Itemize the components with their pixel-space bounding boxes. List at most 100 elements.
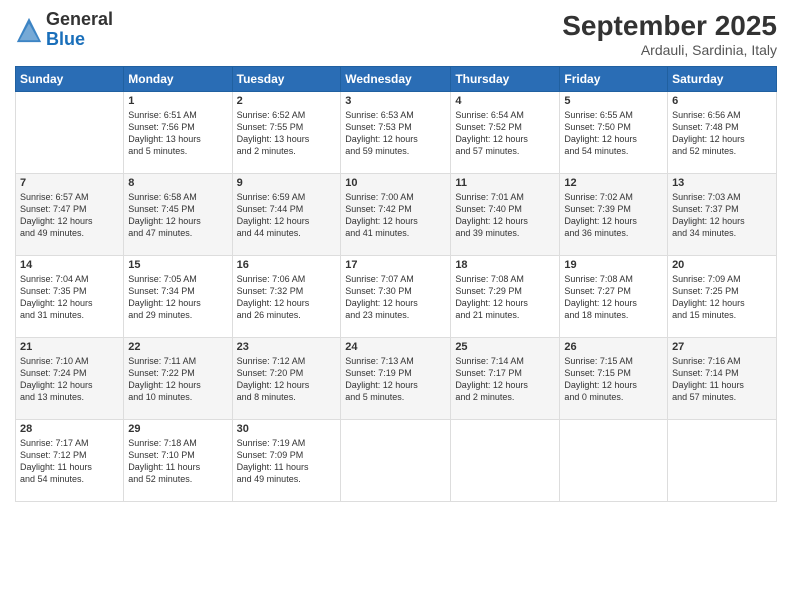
calendar-cell: 20 Sunrise: 7:09 AM Sunset: 7:25 PM Dayli… <box>668 256 777 338</box>
cell-date-number: 25 <box>455 341 555 353</box>
calendar-cell: 28Sunrise: 7:17 AM Sunset: 7:12 PM Dayli… <box>16 420 124 502</box>
month-title: September 2025 <box>562 10 777 42</box>
cell-date-number: 14 <box>20 259 119 271</box>
cell-date-number: 11 <box>455 177 555 189</box>
cell-info-text: Sunrise: 6:55 AM Sunset: 7:50 PM Dayligh… <box>564 109 663 158</box>
cell-date-number: 23 <box>237 341 337 353</box>
cell-info-text: Sunrise: 7:14 AM Sunset: 7:17 PM Dayligh… <box>455 355 555 404</box>
calendar-cell <box>341 420 451 502</box>
cell-date-number: 27 <box>672 341 772 353</box>
calendar-cell: 27 Sunrise: 7:16 AM Sunset: 7:14 PM Dayli… <box>668 338 777 420</box>
cell-date-number: 30 <box>237 423 337 435</box>
calendar-cell: 15 Sunrise: 7:05 AM Sunset: 7:34 PM Dayli… <box>124 256 232 338</box>
cell-info-text: Sunrise: 7:01 AM Sunset: 7:40 PM Dayligh… <box>455 191 555 240</box>
cell-date-number: 20 <box>672 259 772 271</box>
cell-info-text: Sunrise: 7:16 AM Sunset: 7:14 PM Dayligh… <box>672 355 772 404</box>
calendar-cell: 16 Sunrise: 7:06 AM Sunset: 7:32 PM Dayli… <box>232 256 341 338</box>
cell-date-number: 15 <box>128 259 227 271</box>
calendar-cell: 5 Sunrise: 6:55 AM Sunset: 7:50 PM Daylig… <box>560 92 668 174</box>
cell-info-text: Sunrise: 7:13 AM Sunset: 7:19 PM Dayligh… <box>345 355 446 404</box>
calendar-cell: 6Sunrise: 6:56 AM Sunset: 7:48 PM Daylig… <box>668 92 777 174</box>
header: General Blue September 2025 Ardauli, Sar… <box>15 10 777 58</box>
cell-info-text: Sunrise: 6:56 AM Sunset: 7:48 PM Dayligh… <box>672 109 772 158</box>
cell-info-text: Sunrise: 7:03 AM Sunset: 7:37 PM Dayligh… <box>672 191 772 240</box>
cell-info-text: Sunrise: 6:52 AM Sunset: 7:55 PM Dayligh… <box>237 109 337 158</box>
cell-date-number: 12 <box>564 177 663 189</box>
cell-info-text: Sunrise: 6:54 AM Sunset: 7:52 PM Dayligh… <box>455 109 555 158</box>
cell-date-number: 21 <box>20 341 119 353</box>
page: General Blue September 2025 Ardauli, Sar… <box>0 0 792 612</box>
calendar-week-row: 1Sunrise: 6:51 AM Sunset: 7:56 PM Daylig… <box>16 92 777 174</box>
calendar-cell: 23 Sunrise: 7:12 AM Sunset: 7:20 PM Dayli… <box>232 338 341 420</box>
day-header-tuesday: Tuesday <box>232 67 341 92</box>
cell-date-number: 22 <box>128 341 227 353</box>
calendar-week-row: 28Sunrise: 7:17 AM Sunset: 7:12 PM Dayli… <box>16 420 777 502</box>
calendar-cell: 30Sunrise: 7:19 AM Sunset: 7:09 PM Dayli… <box>232 420 341 502</box>
logo-blue: Blue <box>46 30 113 50</box>
cell-info-text: Sunrise: 7:04 AM Sunset: 7:35 PM Dayligh… <box>20 273 119 322</box>
calendar-cell: 1Sunrise: 6:51 AM Sunset: 7:56 PM Daylig… <box>124 92 232 174</box>
calendar-cell: 26Sunrise: 7:15 AM Sunset: 7:15 PM Dayli… <box>560 338 668 420</box>
cell-info-text: Sunrise: 7:00 AM Sunset: 7:42 PM Dayligh… <box>345 191 446 240</box>
calendar-week-row: 7 Sunrise: 6:57 AM Sunset: 7:47 PM Daylig… <box>16 174 777 256</box>
cell-info-text: Sunrise: 7:07 AM Sunset: 7:30 PM Dayligh… <box>345 273 446 322</box>
cell-info-text: Sunrise: 7:18 AM Sunset: 7:10 PM Dayligh… <box>128 437 227 486</box>
cell-date-number: 13 <box>672 177 772 189</box>
calendar-cell: 19Sunrise: 7:08 AM Sunset: 7:27 PM Dayli… <box>560 256 668 338</box>
cell-info-text: Sunrise: 7:05 AM Sunset: 7:34 PM Dayligh… <box>128 273 227 322</box>
calendar-cell: 21 Sunrise: 7:10 AM Sunset: 7:24 PM Dayli… <box>16 338 124 420</box>
cell-info-text: Sunrise: 7:17 AM Sunset: 7:12 PM Dayligh… <box>20 437 119 486</box>
calendar-week-row: 14 Sunrise: 7:04 AM Sunset: 7:35 PM Dayli… <box>16 256 777 338</box>
calendar-cell <box>668 420 777 502</box>
cell-date-number: 16 <box>237 259 337 271</box>
calendar-cell: 3 Sunrise: 6:53 AM Sunset: 7:53 PM Daylig… <box>341 92 451 174</box>
cell-info-text: Sunrise: 7:09 AM Sunset: 7:25 PM Dayligh… <box>672 273 772 322</box>
logo-icon <box>15 16 43 44</box>
cell-date-number: 7 <box>20 177 119 189</box>
calendar-cell: 25 Sunrise: 7:14 AM Sunset: 7:17 PM Dayli… <box>451 338 560 420</box>
cell-info-text: Sunrise: 6:51 AM Sunset: 7:56 PM Dayligh… <box>128 109 227 158</box>
cell-info-text: Sunrise: 7:10 AM Sunset: 7:24 PM Dayligh… <box>20 355 119 404</box>
calendar-cell: 2 Sunrise: 6:52 AM Sunset: 7:55 PM Daylig… <box>232 92 341 174</box>
calendar-cell: 8Sunrise: 6:58 AM Sunset: 7:45 PM Daylig… <box>124 174 232 256</box>
cell-date-number: 2 <box>237 95 337 107</box>
logo-text: General Blue <box>46 10 113 50</box>
cell-date-number: 10 <box>345 177 446 189</box>
calendar-cell: 13 Sunrise: 7:03 AM Sunset: 7:37 PM Dayli… <box>668 174 777 256</box>
calendar-table: SundayMondayTuesdayWednesdayThursdayFrid… <box>15 66 777 502</box>
calendar-cell: 12 Sunrise: 7:02 AM Sunset: 7:39 PM Dayli… <box>560 174 668 256</box>
cell-date-number: 5 <box>564 95 663 107</box>
calendar-cell: 22Sunrise: 7:11 AM Sunset: 7:22 PM Dayli… <box>124 338 232 420</box>
cell-date-number: 9 <box>237 177 337 189</box>
calendar-cell: 11 Sunrise: 7:01 AM Sunset: 7:40 PM Dayli… <box>451 174 560 256</box>
location: Ardauli, Sardinia, Italy <box>562 42 777 58</box>
cell-info-text: Sunrise: 7:08 AM Sunset: 7:27 PM Dayligh… <box>564 273 663 322</box>
calendar-cell: 4 Sunrise: 6:54 AM Sunset: 7:52 PM Daylig… <box>451 92 560 174</box>
calendar-cell: 17Sunrise: 7:07 AM Sunset: 7:30 PM Dayli… <box>341 256 451 338</box>
calendar-cell: 24 Sunrise: 7:13 AM Sunset: 7:19 PM Dayli… <box>341 338 451 420</box>
day-header-monday: Monday <box>124 67 232 92</box>
calendar-cell <box>560 420 668 502</box>
logo-general: General <box>46 10 113 30</box>
calendar-week-row: 21 Sunrise: 7:10 AM Sunset: 7:24 PM Dayli… <box>16 338 777 420</box>
calendar-cell: 14 Sunrise: 7:04 AM Sunset: 7:35 PM Dayli… <box>16 256 124 338</box>
cell-info-text: Sunrise: 7:06 AM Sunset: 7:32 PM Dayligh… <box>237 273 337 322</box>
cell-date-number: 24 <box>345 341 446 353</box>
calendar-cell: 9Sunrise: 6:59 AM Sunset: 7:44 PM Daylig… <box>232 174 341 256</box>
cell-date-number: 4 <box>455 95 555 107</box>
calendar-cell: 18Sunrise: 7:08 AM Sunset: 7:29 PM Dayli… <box>451 256 560 338</box>
day-header-sunday: Sunday <box>16 67 124 92</box>
calendar-cell <box>451 420 560 502</box>
calendar-header-row: SundayMondayTuesdayWednesdayThursdayFrid… <box>16 67 777 92</box>
day-header-wednesday: Wednesday <box>341 67 451 92</box>
day-header-saturday: Saturday <box>668 67 777 92</box>
cell-info-text: Sunrise: 7:02 AM Sunset: 7:39 PM Dayligh… <box>564 191 663 240</box>
title-block: September 2025 Ardauli, Sardinia, Italy <box>562 10 777 58</box>
cell-date-number: 3 <box>345 95 446 107</box>
cell-info-text: Sunrise: 6:57 AM Sunset: 7:47 PM Dayligh… <box>20 191 119 240</box>
cell-info-text: Sunrise: 7:12 AM Sunset: 7:20 PM Dayligh… <box>237 355 337 404</box>
cell-info-text: Sunrise: 6:53 AM Sunset: 7:53 PM Dayligh… <box>345 109 446 158</box>
cell-info-text: Sunrise: 7:08 AM Sunset: 7:29 PM Dayligh… <box>455 273 555 322</box>
cell-info-text: Sunrise: 7:15 AM Sunset: 7:15 PM Dayligh… <box>564 355 663 404</box>
calendar-cell: 10 Sunrise: 7:00 AM Sunset: 7:42 PM Dayli… <box>341 174 451 256</box>
